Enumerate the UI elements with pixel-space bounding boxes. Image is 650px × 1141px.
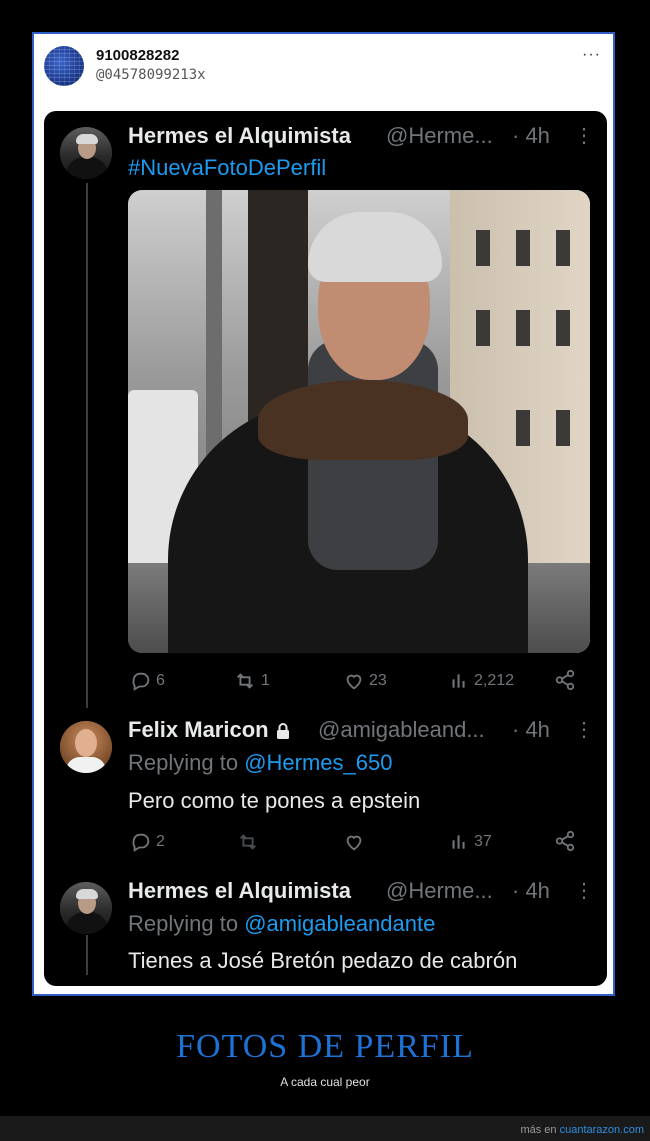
- tweet-author-name[interactable]: Felix Maricon: [128, 717, 295, 743]
- retweet-button[interactable]: 1: [233, 670, 270, 692]
- tweet-author-handle[interactable]: @Herme...: [386, 123, 493, 149]
- tweet-author-name[interactable]: Hermes el Alquimista: [128, 878, 351, 904]
- views-button[interactable]: 2,212: [450, 670, 514, 692]
- share-icon: [555, 830, 575, 852]
- retweet-button[interactable]: [236, 831, 264, 853]
- reply-icon: [132, 833, 150, 852]
- kebab-icon[interactable]: ⋮: [574, 881, 594, 901]
- retweet-icon: [237, 673, 253, 689]
- credit-prefix: más en: [520, 1124, 557, 1136]
- views-count: 2,212: [474, 672, 515, 689]
- avatar-hermes[interactable]: [60, 882, 112, 934]
- reply-button[interactable]: 6: [130, 670, 165, 692]
- tweet-text: Pero como te pones a epstein: [128, 788, 421, 813]
- like-button[interactable]: 23: [343, 670, 387, 692]
- retweet-icon: [240, 834, 256, 850]
- avatar-hermes[interactable]: [60, 127, 112, 179]
- page-title: FOTOS DE PERFIL: [176, 1028, 474, 1065]
- share-button[interactable]: [554, 669, 580, 691]
- share-button[interactable]: [554, 830, 580, 852]
- share-icon: [555, 669, 575, 691]
- credit-site-link[interactable]: cuantarazon.com: [560, 1124, 644, 1136]
- thread-line: [86, 935, 88, 975]
- views-icon: [452, 674, 465, 688]
- tweet-photo[interactable]: [128, 190, 590, 653]
- tweet-time[interactable]: · 4h: [512, 717, 550, 743]
- tweet-time[interactable]: · 4h: [512, 123, 550, 149]
- replying-to-link[interactable]: @amigableandante: [244, 911, 435, 936]
- tweet-time[interactable]: · 4h: [512, 878, 550, 904]
- views-icon: [452, 835, 465, 849]
- outer-display-name[interactable]: 9100828282: [96, 47, 179, 64]
- page-subtitle: A cada cual peor: [280, 1075, 370, 1089]
- kebab-icon[interactable]: ⋮: [574, 126, 594, 146]
- lock-icon: [276, 723, 289, 740]
- like-button[interactable]: [343, 831, 369, 853]
- tweet-author-handle[interactable]: @amigableand...: [318, 717, 485, 743]
- replying-label: Replying to: [128, 750, 239, 775]
- avatar-felix[interactable]: [60, 721, 112, 773]
- more-icon[interactable]: ···: [582, 46, 601, 64]
- hashtag-link[interactable]: #NuevaFotoDePerfil: [128, 155, 326, 181]
- replying-label: Replying to: [128, 911, 239, 936]
- outer-avatar[interactable]: [44, 46, 84, 86]
- outer-handle[interactable]: @04578099213x: [96, 67, 206, 83]
- tweet-text: Tienes a José Bretón pedazo de cabrón: [128, 948, 518, 973]
- author-name-text[interactable]: Felix Maricon: [128, 717, 269, 742]
- like-icon: [346, 674, 362, 690]
- like-icon: [346, 835, 362, 851]
- views-count: 37: [474, 833, 492, 850]
- replying-to-link[interactable]: @Hermes_650: [244, 750, 392, 775]
- like-count: 23: [369, 672, 387, 689]
- reply-icon: [132, 672, 150, 691]
- views-button[interactable]: 37: [450, 831, 492, 853]
- outer-post-header: 9100828282 @04578099213x ···: [34, 34, 613, 114]
- reply-count: 2: [156, 833, 165, 850]
- reply-button[interactable]: 2: [130, 831, 165, 853]
- replying-to: Replying to @amigableandante: [128, 911, 435, 937]
- tweet-author-handle[interactable]: @Herme...: [386, 878, 493, 904]
- thread-line: [86, 183, 88, 708]
- retweet-count: 1: [261, 672, 270, 689]
- footer-credit: más en cuantarazon.com: [520, 1124, 644, 1136]
- reply-count: 6: [156, 672, 165, 689]
- kebab-icon[interactable]: ⋮: [574, 720, 594, 740]
- tweet-author-name[interactable]: Hermes el Alquimista: [128, 123, 351, 149]
- replying-to: Replying to @Hermes_650: [128, 750, 393, 776]
